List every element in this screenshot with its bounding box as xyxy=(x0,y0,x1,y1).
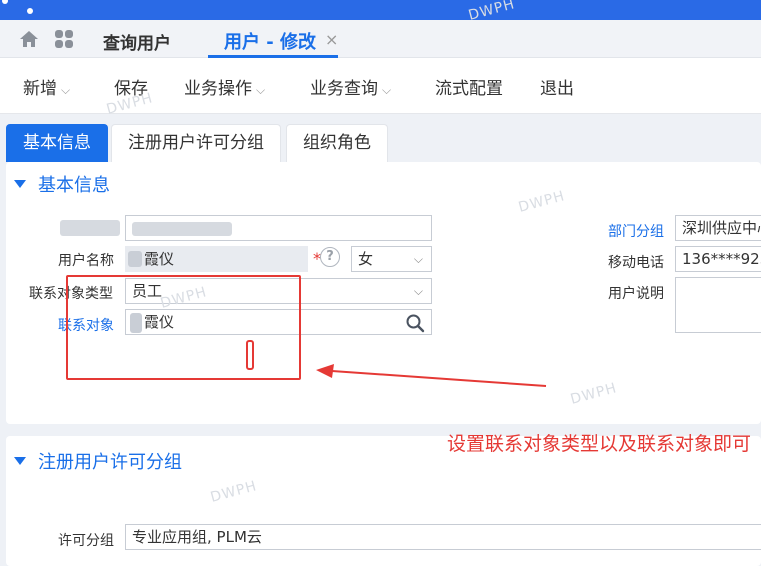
mobile-field[interactable]: 136****925 xyxy=(675,246,761,272)
highlight-mark xyxy=(246,340,254,370)
add-label: 新增 xyxy=(23,79,57,99)
tab-user-edit[interactable]: 用户 - 修改 xyxy=(224,28,316,54)
license-section-title[interactable]: 注册用户许可分组 xyxy=(14,448,182,474)
dept-field[interactable]: 深圳供应中心 xyxy=(675,215,761,241)
blurred-value xyxy=(128,251,142,267)
sub-tab-bar: 基本信息 注册用户许可分组 组织角色 xyxy=(0,114,761,162)
annotation-text: 设置联系对象类型以及联系对象即可 xyxy=(447,433,752,455)
collapse-triangle-icon xyxy=(14,457,26,465)
chevron-down-icon: ⌵ xyxy=(61,83,71,97)
basic-info-section-title[interactable]: 基本信息 xyxy=(14,171,110,197)
home-icon[interactable] xyxy=(19,29,39,49)
tab-bar: 查询用户 用户 - 修改 × xyxy=(0,20,761,58)
blurred-value xyxy=(132,222,232,236)
subtab-org-role[interactable]: 组织角色 xyxy=(286,124,388,162)
search-icon[interactable] xyxy=(405,313,425,333)
add-button[interactable]: 新增 ⌵ xyxy=(23,74,70,99)
window-dot-icon xyxy=(27,8,33,14)
chevron-down-icon: ⌵ xyxy=(413,252,423,266)
subtab-license-group[interactable]: 注册用户许可分组 xyxy=(111,124,281,162)
business-query-button[interactable]: 业务查询 ⌵ xyxy=(310,74,391,99)
desc-label: 用户说明 xyxy=(608,286,664,302)
mobile-value: 136****925 xyxy=(682,250,761,268)
workflow-config-button[interactable]: 流式配置 xyxy=(435,74,503,99)
gender-select[interactable]: 女 ⌵ xyxy=(351,246,432,272)
dept-label[interactable]: 部门分组 xyxy=(608,221,664,241)
subtab-basic-info[interactable]: 基本信息 xyxy=(6,124,108,162)
user-name-field[interactable]: 霞仪 xyxy=(125,246,308,272)
basic-info-title-text: 基本信息 xyxy=(38,175,110,196)
window-dot-icon xyxy=(2,0,8,4)
license-value: 专业应用组, PLM云 xyxy=(132,528,262,546)
help-icon[interactable]: ? xyxy=(320,247,340,267)
exit-button[interactable]: 退出 xyxy=(540,74,574,99)
user-name-value: 霞仪 xyxy=(144,250,175,268)
chevron-down-icon: ⌵ xyxy=(382,83,392,97)
business-query-label: 业务查询 xyxy=(310,79,378,99)
tab-query-user[interactable]: 查询用户 xyxy=(103,29,171,54)
top-bar xyxy=(0,0,761,20)
blurred-label xyxy=(60,220,120,236)
mobile-label: 移动电话 xyxy=(608,255,664,271)
collapse-triangle-icon xyxy=(14,180,26,188)
arrow-icon xyxy=(316,364,547,387)
apps-grid-icon[interactable] xyxy=(54,29,74,49)
business-ops-button[interactable]: 业务操作 ⌵ xyxy=(184,74,265,99)
dept-value: 深圳供应中心 xyxy=(682,219,761,237)
gender-value: 女 xyxy=(358,250,374,268)
chevron-down-icon: ⌵ xyxy=(413,284,423,298)
tab-close-icon[interactable]: × xyxy=(325,30,338,49)
desc-textarea[interactable] xyxy=(675,277,761,333)
license-title-text: 注册用户许可分组 xyxy=(38,452,182,473)
business-ops-label: 业务操作 xyxy=(184,79,252,99)
license-field[interactable]: 专业应用组, PLM云 xyxy=(125,524,761,550)
chevron-down-icon: ⌵ xyxy=(256,83,266,97)
user-name-label: 用户名称 xyxy=(58,253,114,269)
license-label: 许可分组 xyxy=(58,533,114,549)
